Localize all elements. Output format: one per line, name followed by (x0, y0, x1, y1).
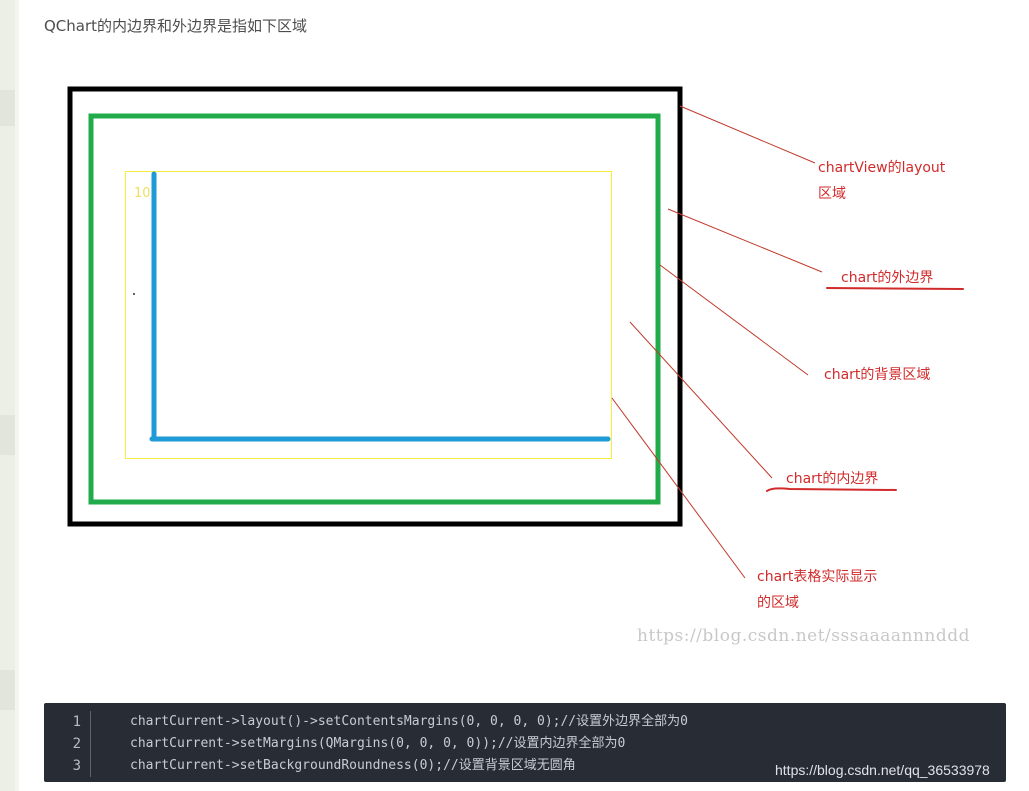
label-outer-margin: chart的外边界 (841, 270, 933, 286)
code-line: chartCurrent->layout()->setContentsMargi… (130, 714, 688, 729)
line-number: 3 (72, 758, 81, 774)
outer-margin-rect (88, 113, 661, 505)
image-watermark: https://blog.csdn.net/sssaaaannnddd (637, 626, 970, 646)
code-lines: chartCurrent->layout()->setContentsMargi… (130, 711, 688, 777)
bottom-watermark: https://blog.csdn.net/qq_36533978 (775, 762, 990, 778)
line-number: 2 (72, 736, 81, 752)
label-background-area: chart的背景区域 (824, 367, 930, 383)
code-line: chartCurrent->setBackgroundRoundness(0);… (130, 758, 576, 773)
line-number-gutter: 1 2 3 (44, 711, 91, 777)
label-plot-area-line2: 的区域 (757, 595, 799, 611)
chart-margins-diagram: 10 chartView的layout 区域 chart的外边界 chart的背… (67, 86, 970, 646)
label-layout-line1: chartView的layout (818, 160, 946, 176)
code-line: chartCurrent->setMargins(QMargins(0, 0, … (130, 736, 626, 751)
underline-outer (826, 287, 964, 290)
callout-line-outer (667, 208, 823, 273)
small-dot (133, 293, 135, 295)
label-layout-line2: 区域 (818, 186, 846, 202)
line-number: 1 (72, 714, 81, 730)
underline-inner (766, 487, 897, 492)
y-axis-tick-label: 10 (134, 186, 151, 201)
callout-line-layout (679, 105, 816, 164)
background-area-rect (125, 171, 612, 459)
label-inner-margin: chart的内边界 (786, 471, 878, 487)
label-plot-area-line1: chart表格实际显示 (757, 569, 877, 585)
callout-line-inner (629, 321, 773, 479)
